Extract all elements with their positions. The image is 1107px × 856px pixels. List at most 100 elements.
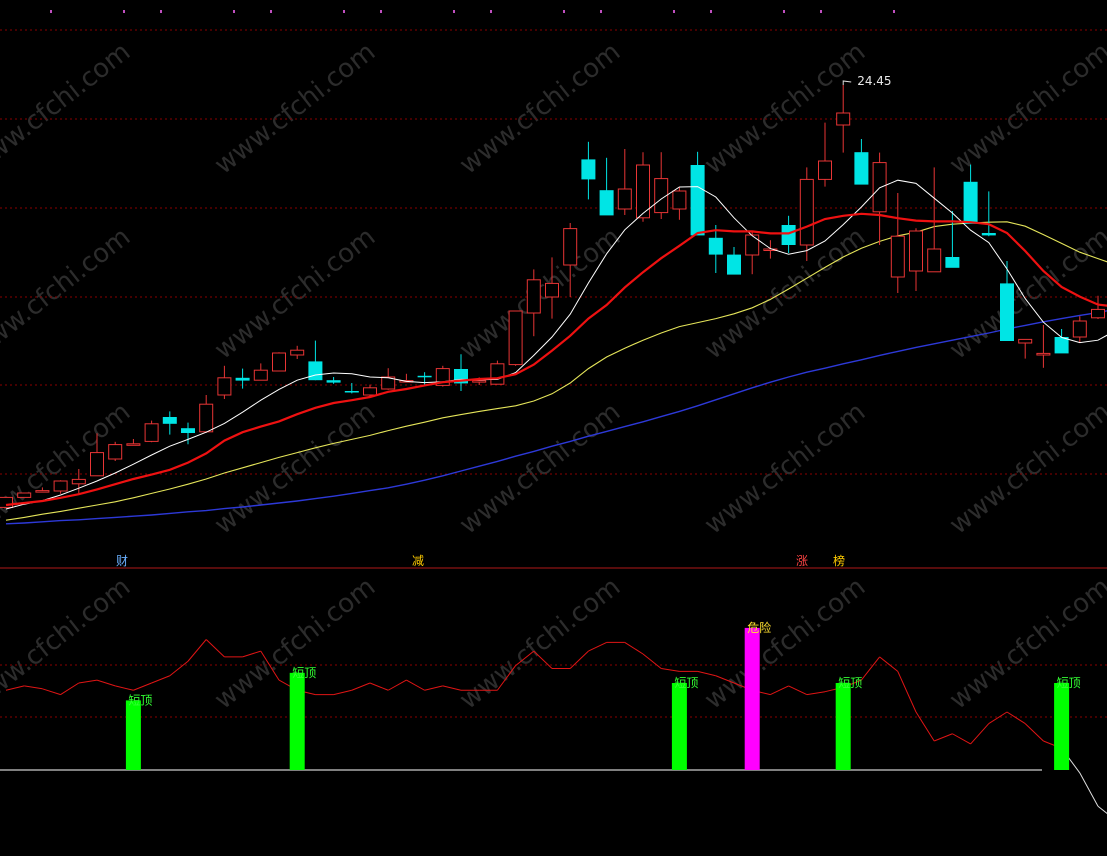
oscillator-line-segment bbox=[115, 685, 134, 691]
oscillator-line-segment bbox=[952, 733, 971, 745]
candle-body-down bbox=[945, 257, 960, 268]
candle-body-up bbox=[71, 478, 86, 485]
oscillator-line-segment bbox=[351, 682, 371, 691]
oscillator-line-segment bbox=[205, 639, 225, 658]
signal-bar bbox=[1054, 683, 1070, 770]
oscillator-line-segment bbox=[915, 711, 935, 742]
top-dot-mark bbox=[50, 10, 52, 13]
oscillator-line-segment bbox=[406, 679, 425, 691]
candle-body-up bbox=[490, 363, 505, 385]
candle-body-up bbox=[1072, 320, 1087, 338]
top-dot-mark bbox=[160, 10, 162, 13]
signal-bar bbox=[671, 683, 687, 770]
candle-body-up bbox=[272, 352, 286, 372]
candle-body-up bbox=[253, 369, 268, 381]
oscillator-line-segment bbox=[187, 639, 207, 662]
watermark-text: www.cfchi.com bbox=[454, 397, 626, 541]
candle-body-up bbox=[890, 235, 905, 278]
top-dot-mark bbox=[233, 10, 235, 13]
candle-body-up bbox=[563, 228, 578, 266]
watermark-text: www.cfchi.com bbox=[454, 572, 626, 716]
candle-body-up bbox=[745, 234, 760, 256]
candle-body-down bbox=[599, 190, 614, 216]
candle-body-up bbox=[363, 387, 377, 396]
signal-bar bbox=[125, 700, 141, 770]
top-dot-mark bbox=[380, 10, 382, 13]
candle-body-up bbox=[909, 230, 923, 272]
oscillator-line-segment bbox=[988, 711, 1008, 725]
oscillator-line-segment bbox=[861, 656, 880, 681]
marker-label: 榜 bbox=[833, 553, 845, 568]
watermark-text: www.cfchi.com bbox=[699, 397, 871, 541]
oscillator-line-segment bbox=[1006, 711, 1026, 725]
signal-bar-label: 短顶 bbox=[1057, 676, 1081, 690]
candle-body-up bbox=[144, 423, 159, 442]
oscillator-line-segment bbox=[169, 660, 189, 677]
top-dot-mark bbox=[893, 10, 895, 13]
candle-body-up bbox=[836, 112, 851, 126]
candle-body-up bbox=[927, 248, 942, 273]
top-dot-mark bbox=[820, 10, 822, 13]
watermark-text: www.cfchi.com bbox=[0, 397, 136, 541]
oscillator-line-segment bbox=[770, 685, 789, 696]
oscillator-line-segment bbox=[934, 733, 953, 742]
watermark-text: www.cfchi.com bbox=[944, 572, 1107, 716]
top-dot-mark bbox=[563, 10, 565, 13]
signal-bar-label: 短顶 bbox=[838, 676, 862, 690]
oscillator-line-segment bbox=[1097, 805, 1107, 815]
oscillator-line-segment bbox=[806, 691, 826, 696]
oscillator-line-segment bbox=[333, 689, 352, 696]
candle-body-up bbox=[90, 452, 104, 477]
top-dot-mark bbox=[343, 10, 345, 13]
oscillator-line-segment bbox=[24, 685, 43, 690]
top-dot-mark bbox=[490, 10, 492, 13]
candle-body-down bbox=[963, 181, 978, 224]
watermark-text: www.cfchi.com bbox=[209, 397, 381, 541]
candle-body-up bbox=[472, 380, 487, 383]
oscillator-line-segment bbox=[788, 685, 808, 696]
signal-bar-label: 短顶 bbox=[128, 693, 152, 707]
candle-body-down bbox=[981, 233, 996, 236]
signal-bar bbox=[835, 683, 851, 770]
oscillator-line-segment bbox=[879, 656, 899, 672]
oscillator-line-segment bbox=[151, 675, 170, 684]
marker-label: 涨 bbox=[796, 553, 808, 568]
candle-body-down bbox=[308, 361, 323, 381]
max-price-label: 24.45 bbox=[857, 74, 891, 88]
candle-body-down bbox=[708, 237, 723, 255]
candle-body-up bbox=[1091, 308, 1105, 319]
candle-body-up bbox=[818, 160, 832, 180]
candle-body-up bbox=[1018, 338, 1033, 344]
candle-body-down bbox=[581, 159, 596, 180]
candle-body-up bbox=[53, 480, 68, 492]
oscillator-line-segment bbox=[424, 685, 443, 691]
oscillator-line-segment bbox=[1024, 723, 1044, 742]
watermark-text: www.cfchi.com bbox=[209, 37, 381, 181]
candle-body-down bbox=[344, 391, 359, 393]
oscillator-line-segment bbox=[78, 679, 98, 684]
candle-body-up bbox=[199, 403, 214, 433]
oscillator-line-segment bbox=[624, 641, 644, 655]
top-dot-mark bbox=[673, 10, 675, 13]
oscillator-line-segment bbox=[387, 679, 407, 691]
candle-body-up bbox=[17, 492, 32, 498]
candle-body-up bbox=[126, 443, 141, 446]
oscillator-line-segment bbox=[42, 688, 61, 696]
signal-bar bbox=[744, 627, 760, 770]
candle-body-up bbox=[672, 190, 687, 210]
candle-body-up bbox=[35, 490, 50, 493]
candle-body-down bbox=[181, 428, 195, 433]
top-dot-mark bbox=[453, 10, 455, 13]
top-dot-mark bbox=[270, 10, 272, 13]
candle-body-down bbox=[854, 152, 869, 185]
candle-body-down bbox=[1000, 283, 1014, 341]
stock-chart: www.cfchi.com www.cfchi.com www.cfchi.com w… bbox=[0, 10, 1107, 815]
candle-body-down bbox=[781, 225, 796, 245]
oscillator-line-segment bbox=[369, 682, 389, 691]
watermark-text: www.cfchi.com bbox=[699, 37, 871, 181]
signal-bar-label: 短顶 bbox=[674, 676, 698, 690]
oscillator-line-segment bbox=[661, 668, 680, 672]
candle-body-up bbox=[1036, 352, 1051, 356]
candle-body-up bbox=[508, 310, 523, 366]
top-dot-mark bbox=[783, 10, 785, 13]
